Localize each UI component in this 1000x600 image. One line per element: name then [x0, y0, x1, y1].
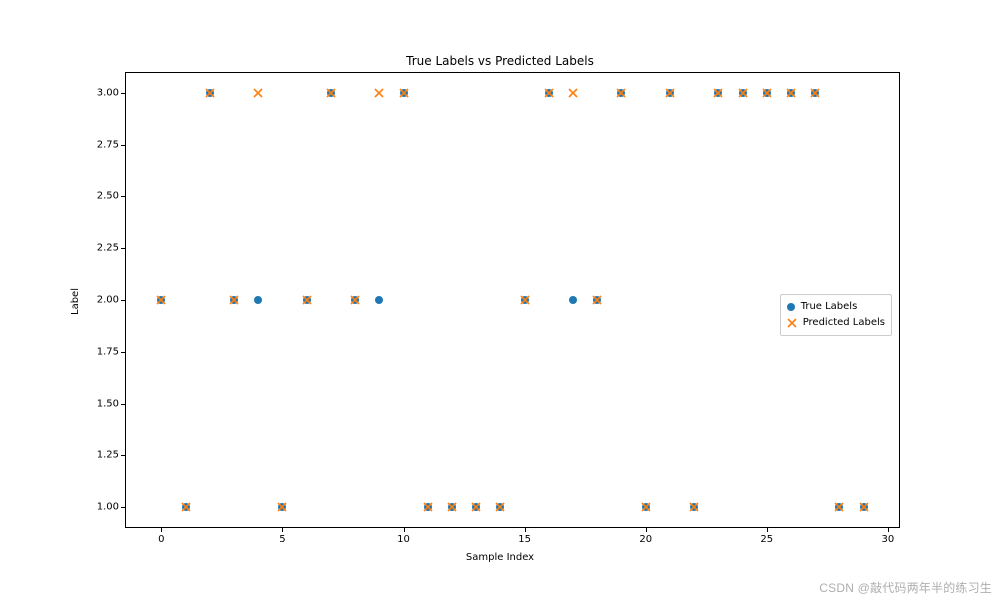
legend-entry-true: True Labels [787, 299, 885, 315]
legend-label: True Labels [801, 299, 858, 315]
x-tick-label: 20 [639, 534, 652, 545]
y-tick-mark [121, 507, 125, 508]
x-tick-label: 10 [397, 534, 410, 545]
data-point-true [642, 503, 650, 511]
y-tick-label: 3.00 [89, 87, 119, 98]
data-point-true [182, 503, 190, 511]
data-point-true [860, 503, 868, 511]
x-tick-label: 30 [882, 534, 895, 545]
y-tick-mark [121, 352, 125, 353]
x-tick-mark [767, 528, 768, 532]
y-tick-label: 2.75 [89, 139, 119, 150]
figure: True Labels vs Predicted Labels Sample I… [0, 0, 1000, 600]
y-tick-mark [121, 145, 125, 146]
x-tick-label: 5 [279, 534, 285, 545]
y-tick-mark [121, 404, 125, 405]
x-tick-mark [404, 528, 405, 532]
y-tick-mark [121, 300, 125, 301]
x-tick-label: 25 [760, 534, 773, 545]
x-tick-label: 15 [518, 534, 531, 545]
watermark-text: CSDN @敲代码两年半的练习生 [819, 579, 992, 596]
y-tick-mark [121, 455, 125, 456]
x-axis-label: Sample Index [0, 552, 1000, 563]
circle-icon [787, 303, 795, 311]
y-tick-label: 1.25 [89, 450, 119, 461]
y-tick-mark [121, 248, 125, 249]
y-axis-label: Label [70, 288, 81, 315]
y-tick-label: 2.25 [89, 243, 119, 254]
data-point-true [327, 89, 335, 97]
legend-entry-predicted: Predicted Labels [787, 315, 885, 331]
data-point-true [521, 296, 529, 304]
data-point-true [206, 89, 214, 97]
x-tick-mark [646, 528, 647, 532]
legend: True Labels Predicted Labels [780, 294, 892, 336]
y-tick-label: 1.75 [89, 346, 119, 357]
data-point-true [666, 89, 674, 97]
data-point-true [739, 89, 747, 97]
data-point-true [400, 89, 408, 97]
x-tick-mark [525, 528, 526, 532]
y-tick-mark [121, 93, 125, 94]
data-point-true [763, 89, 771, 97]
y-tick-label: 2.50 [89, 191, 119, 202]
data-point-true [303, 296, 311, 304]
y-tick-label: 2.00 [89, 295, 119, 306]
chart-title: True Labels vs Predicted Labels [0, 54, 1000, 68]
y-tick-label: 1.00 [89, 502, 119, 513]
x-tick-mark [282, 528, 283, 532]
legend-label: Predicted Labels [803, 315, 885, 331]
data-point-true [811, 89, 819, 97]
data-point-true [545, 89, 553, 97]
x-tick-mark [161, 528, 162, 532]
x-marker-icon [787, 318, 797, 328]
data-point-true [230, 296, 238, 304]
y-tick-mark [121, 196, 125, 197]
x-tick-mark [888, 528, 889, 532]
data-point-true [424, 503, 432, 511]
data-point-true [569, 296, 577, 304]
y-tick-label: 1.50 [89, 398, 119, 409]
data-point-true [787, 89, 795, 97]
x-tick-label: 0 [158, 534, 164, 545]
